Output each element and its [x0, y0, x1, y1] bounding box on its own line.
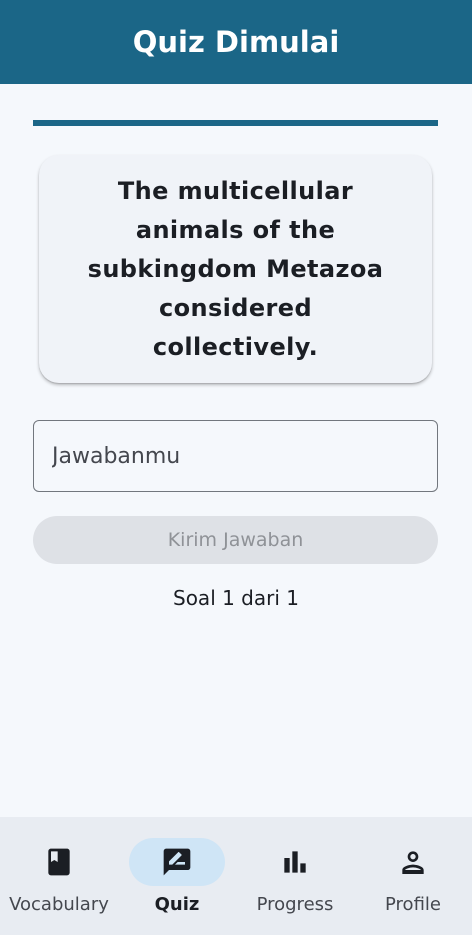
question-card: The multicellular animals of the subking… — [39, 155, 432, 383]
nav-item-quiz[interactable]: Quiz — [118, 817, 236, 935]
nav-item-progress[interactable]: Progress — [236, 817, 354, 935]
question-counter: Soal 1 dari 1 — [173, 586, 299, 610]
rate-review-pen-icon — [163, 848, 191, 876]
quiz-progress-bar — [33, 120, 438, 126]
bar-chart-icon — [284, 851, 306, 873]
submit-answer-button[interactable]: Kirim Jawaban — [33, 516, 438, 564]
page-title: Quiz Dimulai — [132, 25, 340, 59]
nav-label-progress: Progress — [256, 894, 334, 915]
answer-input[interactable] — [33, 420, 438, 492]
nav-label-profile: Profile — [385, 894, 441, 915]
nav-item-vocabulary[interactable]: Vocabulary — [0, 817, 118, 935]
nav-label-quiz: Quiz — [154, 894, 200, 915]
nav-label-vocabulary: Vocabulary — [9, 894, 109, 915]
bottom-navigation: Vocabulary Quiz Progress Profile — [0, 817, 472, 935]
quiz-screen: Quiz Dimulai The multicellular animals o… — [0, 0, 472, 935]
quiz-progress-fill — [33, 120, 438, 126]
nav-indicator-active — [129, 838, 225, 886]
question-text: The multicellular animals of the subking… — [87, 176, 384, 361]
nav-item-profile[interactable]: Profile — [354, 817, 472, 935]
person-icon — [402, 851, 424, 874]
app-bar: Quiz Dimulai — [0, 0, 472, 84]
nav-indicator — [11, 838, 107, 886]
nav-indicator — [247, 838, 343, 886]
book-bookmark-icon — [48, 848, 70, 876]
nav-indicator — [365, 838, 461, 886]
